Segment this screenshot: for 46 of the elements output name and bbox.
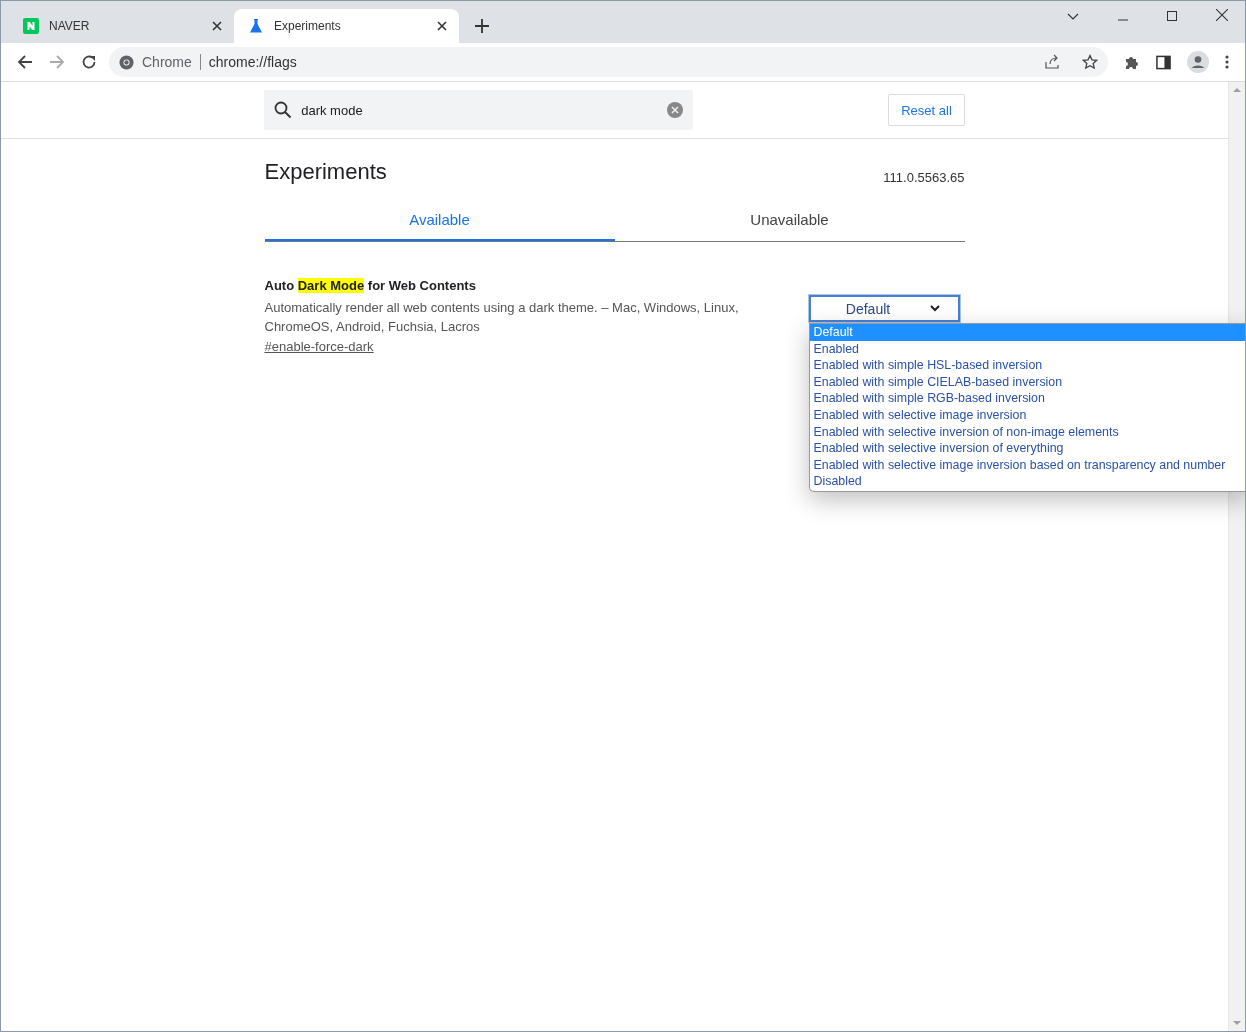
flag-description: Automatically render all web contents using a dark theme. – Mac, Windows, Linux, ChromeOS, Android, Fuchsia, Lacros	[264, 299, 740, 336]
side-panel-icon[interactable]	[1156, 54, 1171, 70]
tab-title: Experiments	[274, 19, 342, 33]
dropdown-option[interactable]: Enabled with selective image inversion	[809, 406, 1245, 424]
close-icon[interactable]	[212, 21, 222, 31]
dropdown-option[interactable]: Enabled with simple HSL-based inversion	[809, 357, 1245, 374]
chevron-down-icon[interactable]	[1067, 13, 1079, 21]
reset-all-button[interactable]: Reset all	[888, 94, 965, 126]
content-tab[interactable]: Unavailable	[614, 211, 965, 241]
flag-link[interactable]: #enable-force-dark	[264, 339, 374, 354]
browser-tab[interactable]: NAVER	[9, 9, 234, 43]
puzzle-piece-icon[interactable]	[1124, 54, 1140, 70]
plus-icon[interactable]	[475, 19, 489, 33]
dropdown-option[interactable]: Enabled with selective image inversion based on transparency and number	[809, 456, 1245, 474]
dropdown-select[interactable]: Default	[808, 295, 960, 322]
close-icon[interactable]	[437, 21, 447, 31]
page-title: Experiments	[264, 159, 387, 185]
dropdown-option[interactable]: Enabled with selective inversion of everything	[809, 440, 1245, 457]
clear-icon[interactable]	[667, 102, 684, 118]
dropdown-option[interactable]: Enabled with simple CIELAB-based inversion	[809, 373, 1245, 391]
chrome-logo-icon	[119, 54, 134, 70]
tab-title: NAVER	[49, 19, 91, 33]
back-arrow-icon[interactable]	[17, 54, 33, 70]
browser-tab[interactable]: Experiments	[234, 9, 459, 43]
more-options-icon[interactable]	[1225, 55, 1229, 69]
dropdown-option[interactable]: Enabled with selective inversion of non-image elements	[809, 423, 1245, 441]
n-logo-icon	[23, 18, 39, 34]
url-text: chrome://flags	[208, 54, 297, 70]
site-label: Chrome	[142, 54, 192, 70]
dropdown-option[interactable]: Enabled with simple RGB-based inversion	[809, 390, 1245, 407]
flag-title: Auto Dark Mode for Web Contents	[264, 278, 477, 293]
reload-icon[interactable]	[81, 54, 97, 70]
close-icon[interactable]	[1216, 9, 1228, 21]
share-icon[interactable]	[1044, 54, 1060, 70]
maximize-icon[interactable]	[1167, 11, 1177, 21]
address-bar[interactable]: Chrome chrome://flags	[109, 47, 1108, 77]
profile-avatar-icon[interactable]	[1187, 51, 1209, 73]
chevron-down-icon	[930, 305, 941, 312]
dropdown-option[interactable]: Enabled	[809, 340, 1245, 358]
content-tab[interactable]: Available	[264, 211, 615, 241]
version-number: 111.0.5563.65	[883, 170, 965, 185]
dropdown-option[interactable]: Disabled	[809, 473, 1245, 490]
flask-icon	[248, 18, 264, 34]
search-icon	[274, 101, 293, 119]
star-icon[interactable]	[1082, 54, 1098, 70]
search-field[interactable]: dark mode	[264, 90, 694, 130]
